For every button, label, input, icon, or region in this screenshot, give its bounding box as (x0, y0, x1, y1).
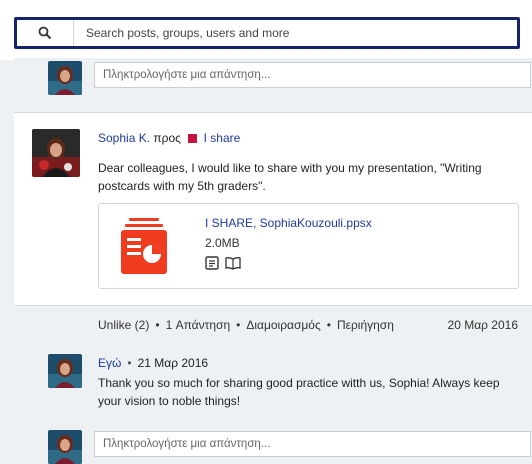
preview-icon[interactable] (205, 256, 219, 270)
search-input[interactable] (84, 25, 517, 41)
separator-dot: • (236, 318, 241, 332)
comment-text: Thank you so much for sharing good pract… (98, 376, 500, 408)
group-link[interactable]: I share (204, 131, 241, 145)
post-card: Sophia K. προς I share Dear colleagues, … (14, 112, 532, 305)
post-actions: Unlike (2) • 1 Απάντηση • Διαμοιρασμός • Περιή… (98, 318, 394, 332)
avatar (48, 61, 82, 95)
post-date: 20 Μαρ 2016 (447, 318, 518, 332)
attachment-size: 2.0MB (205, 236, 240, 250)
post-actions-bar: Unlike (2) • 1 Απάντηση • Διαμοιρασμός • Περιή… (14, 305, 532, 345)
post-body: Dear colleagues, I would like to share w… (98, 161, 482, 193)
author-link[interactable]: Sophia K. (98, 131, 150, 145)
separator-dot: • (127, 356, 132, 370)
reply-input[interactable] (94, 62, 531, 88)
top-bar (0, 0, 532, 60)
reply-row-top (14, 58, 532, 100)
comment-avatar[interactable] (48, 354, 82, 388)
author-avatar[interactable] (32, 129, 80, 177)
search-icon (38, 26, 52, 40)
search-box (17, 20, 517, 46)
reply-row-bottom (14, 422, 532, 464)
comment-date: 21 Μαρ 2016 (137, 356, 209, 370)
replies-link[interactable]: 1 Απάντηση (166, 318, 231, 332)
to-label: προς (153, 131, 181, 145)
share-link[interactable]: Διαμοιρασμός (246, 318, 320, 332)
attachment-actions (205, 256, 241, 270)
navigate-link[interactable]: Περιήγηση (337, 318, 394, 332)
separator-dot: • (326, 318, 331, 332)
comment-meta: Εγώ • 21 Μαρ 2016 (98, 356, 208, 370)
comment: Εγώ • 21 Μαρ 2016 Thank you so much for sh… (14, 344, 532, 420)
separator-dot: • (155, 318, 160, 332)
group-color-swatch (188, 134, 198, 143)
book-icon[interactable] (225, 256, 241, 270)
unlike-link[interactable]: Unlike (2) (98, 318, 149, 332)
reply-input[interactable] (94, 431, 531, 457)
search-bar (14, 17, 520, 49)
attachment-card[interactable]: I SHARE, SophiaKouzouli.ppsx 2.0MB (98, 203, 519, 289)
search-button[interactable] (17, 20, 74, 46)
post-header: Sophia K. προς I share (98, 131, 240, 145)
presentation-file-icon (121, 218, 167, 274)
attachment-name-link[interactable]: I SHARE, SophiaKouzouli.ppsx (205, 216, 372, 230)
comment-author-link[interactable]: Εγώ (98, 356, 121, 370)
